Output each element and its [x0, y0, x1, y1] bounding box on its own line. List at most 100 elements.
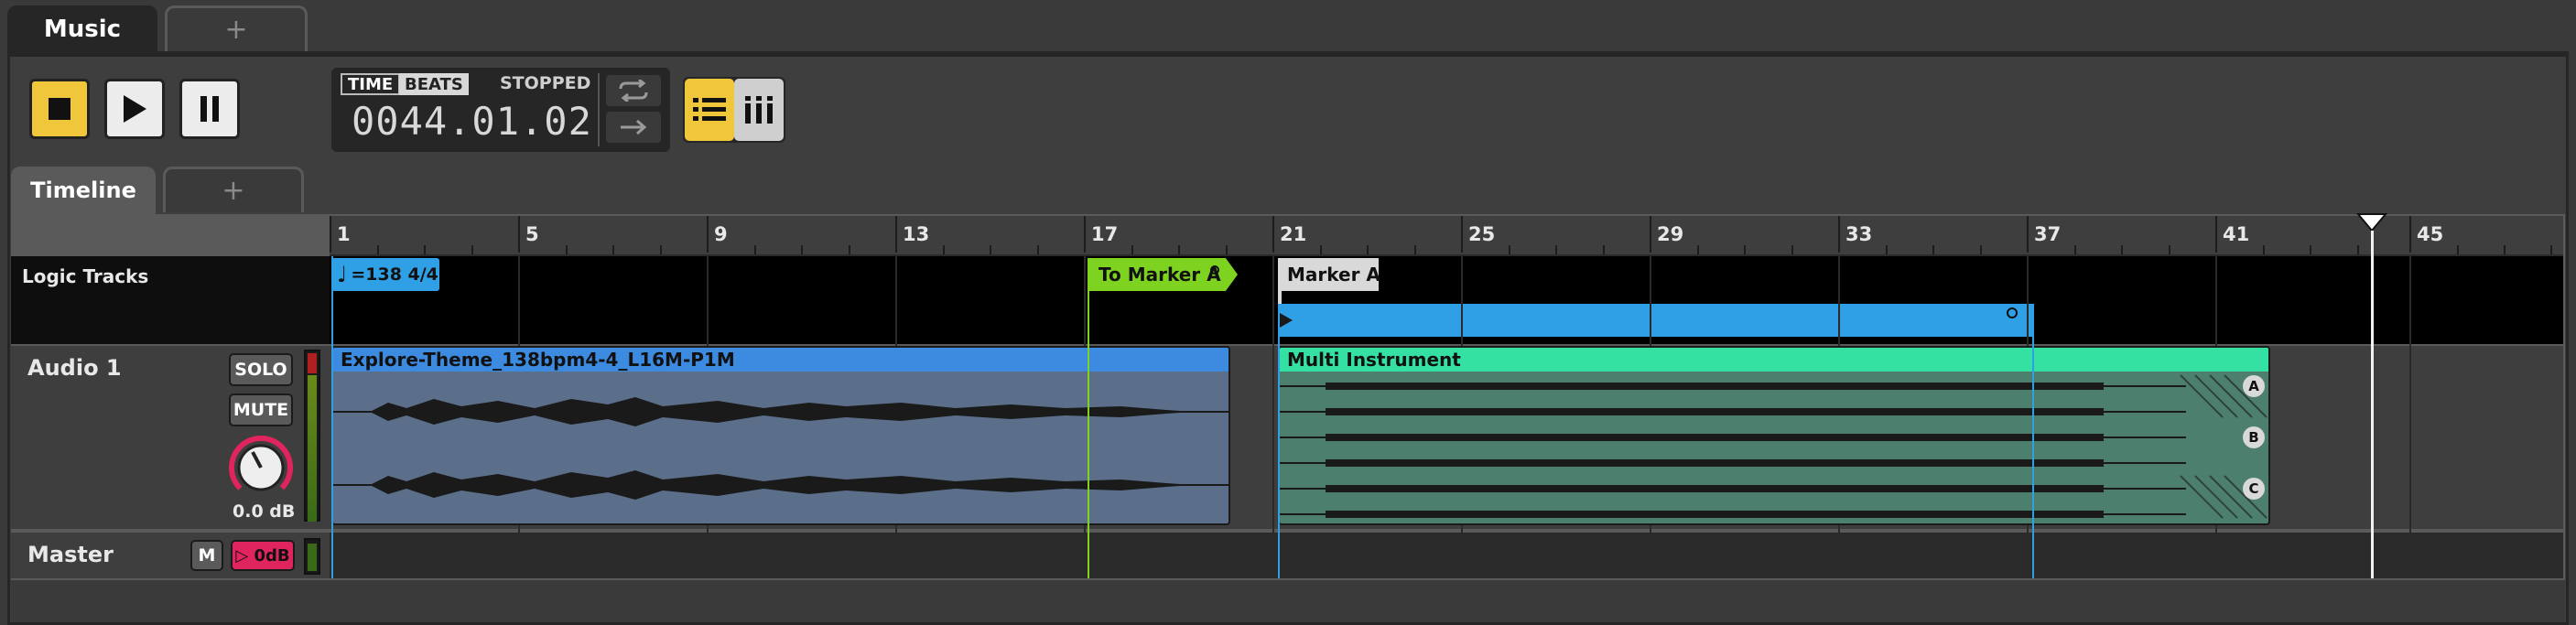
ruler-tick: [1272, 216, 1274, 253]
master-track-name: Master: [27, 542, 114, 567]
master-level-meter: [304, 538, 320, 575]
stop-button[interactable]: [29, 79, 90, 139]
ruler-tick: [330, 216, 331, 253]
mute-label: MUTE: [233, 400, 289, 420]
marker-a-label: Marker A: [1287, 264, 1380, 286]
ruler-label: 29: [1657, 223, 1684, 245]
bottom-panel: [11, 580, 2565, 622]
position-readout: 0044.01.02: [352, 99, 592, 144]
mixer-view-icon: [745, 96, 773, 124]
beats-mode-toggle[interactable]: BEATS: [399, 73, 469, 95]
loop-region[interactable]: [1278, 304, 2034, 337]
ruler-tick: [1650, 216, 1651, 253]
tab-timeline-label: Timeline: [30, 178, 136, 203]
to-marker-line: [1088, 291, 1089, 578]
region-end-line: [2032, 337, 2034, 578]
ruler-tick: [2027, 216, 2029, 253]
tab-music[interactable]: Music: [7, 5, 157, 53]
audio-clip-explore-theme[interactable]: Explore-Theme_138bpm4-4_L16M-P1M: [331, 346, 1230, 525]
ruler-label: 37: [2034, 223, 2062, 245]
window-tab-strip: [0, 0, 2576, 53]
add-timeline-tab-label: +: [222, 175, 245, 207]
timeline-ruler[interactable]: 1 5 9 13 17 21 25 29 33 37 41 45: [330, 216, 2563, 256]
note-icon: ♩: [337, 262, 348, 287]
follow-button[interactable]: [606, 112, 661, 143]
ruler-label: 17: [1091, 223, 1119, 245]
audio-track-header[interactable]: Audio 1 SOLO MUTE 0.0 dB: [11, 346, 330, 529]
lane-badge-label: B: [2248, 429, 2259, 446]
to-marker-a[interactable]: To Marker A: [1088, 258, 1238, 291]
ruler-tick: [707, 216, 709, 253]
lane-badge-label: A: [2248, 378, 2259, 394]
to-marker-label: To Marker A: [1099, 264, 1221, 286]
time-mode-toggle[interactable]: TIME: [341, 73, 401, 95]
master-limiter-label: ▷ 0dB: [235, 545, 290, 566]
ruler-tick: [1838, 216, 1840, 253]
lane-badge-label: C: [2248, 480, 2259, 497]
clip-title: Multi Instrument: [1287, 349, 1461, 371]
master-track-lane: [330, 533, 2563, 578]
time-mode-label: TIME: [348, 74, 394, 94]
to-marker-dot-icon: [1210, 265, 1219, 275]
master-limiter-button[interactable]: ▷ 0dB: [231, 540, 295, 571]
pause-icon: [200, 96, 219, 122]
lane-badge-a[interactable]: A: [2243, 375, 2265, 397]
marker-a-stem: [1278, 291, 1282, 304]
loop-button[interactable]: [606, 75, 661, 106]
volume-knob[interactable]: [227, 434, 295, 501]
add-window-tab-button[interactable]: +: [165, 5, 308, 51]
ruler-label: 25: [1468, 223, 1496, 245]
waveform: [333, 397, 1228, 500]
tempo-marker-label: =138 4/4: [351, 264, 438, 285]
ruler-label: 1: [337, 223, 351, 245]
lane-badge-b[interactable]: B: [2243, 426, 2265, 448]
volume-readout: 0.0 dB: [233, 501, 296, 522]
audio-clip-multi-instrument[interactable]: Multi Instrument A B C: [1278, 346, 2270, 525]
tempo-marker[interactable]: ♩ =138 4/4: [331, 258, 439, 291]
marker-a[interactable]: Marker A: [1278, 258, 1380, 291]
playhead-line: [2371, 231, 2374, 578]
arrow-right-icon: [621, 119, 647, 135]
ruler-label: 5: [525, 223, 539, 245]
time-panel-divider: [598, 73, 600, 146]
ruler-tick: [2215, 216, 2217, 253]
audio-track-name: Audio 1: [27, 355, 122, 381]
add-timeline-tab-button[interactable]: +: [163, 167, 304, 212]
audio-level-meter: [304, 350, 320, 522]
play-icon: [124, 95, 146, 123]
tab-music-label: Music: [43, 16, 122, 43]
play-button[interactable]: [104, 79, 165, 139]
master-mute-label: M: [198, 545, 216, 566]
pause-button[interactable]: [179, 79, 240, 139]
ruler-tick: [1461, 216, 1463, 253]
ruler-label: 9: [714, 223, 728, 245]
ruler-tick: [895, 216, 897, 253]
solo-label: SOLO: [234, 360, 287, 380]
ruler-label: 21: [1280, 223, 1307, 245]
loop-icon: [619, 80, 648, 102]
transport-status: STOPPED: [500, 73, 591, 93]
region-end-dot-icon: [2007, 307, 2018, 318]
list-view-icon: [693, 98, 726, 121]
logic-tracks-header: Logic Tracks: [11, 256, 330, 344]
clip-title: Explore-Theme_138bpm4-4_L16M-P1M: [341, 349, 735, 371]
add-window-tab-label: +: [224, 14, 248, 46]
mute-button[interactable]: MUTE: [229, 393, 293, 426]
mixer-view-button[interactable]: [734, 79, 784, 141]
ruler-label: 41: [2223, 223, 2250, 245]
arrange-view-button[interactable]: [685, 79, 734, 141]
tab-timeline[interactable]: Timeline: [11, 167, 156, 214]
ruler-label: 33: [1845, 223, 1873, 245]
logic-tracks-label: Logic Tracks: [22, 265, 149, 287]
beats-mode-label: BEATS: [405, 74, 463, 94]
ruler-label: 45: [2417, 223, 2444, 245]
solo-button[interactable]: SOLO: [229, 353, 293, 386]
playhead-handle[interactable]: [2356, 212, 2387, 232]
ruler-tick: [2409, 216, 2411, 253]
multi-waveform: [1280, 374, 2268, 519]
stop-icon: [49, 98, 70, 120]
master-mute-button[interactable]: M: [190, 540, 223, 571]
master-track-header[interactable]: Master M ▷ 0dB: [11, 533, 330, 578]
lane-badge-c[interactable]: C: [2243, 478, 2265, 500]
tempo-marker-line: [331, 256, 333, 578]
